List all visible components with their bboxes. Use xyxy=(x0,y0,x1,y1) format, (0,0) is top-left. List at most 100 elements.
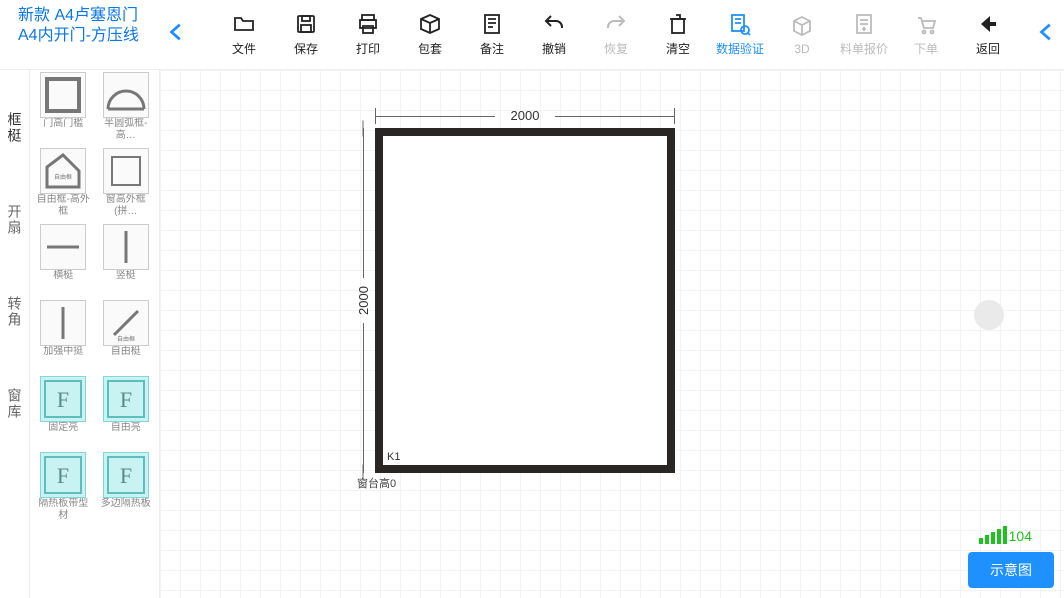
svg-text:F: F xyxy=(120,463,132,488)
panel-collapse-left[interactable] xyxy=(160,0,194,69)
print-button[interactable]: 打印 xyxy=(346,12,390,57)
title-line-1: 新款 A4卢塞恩门 xyxy=(18,6,154,26)
file-icon xyxy=(232,12,256,36)
dimension-width-value: 2000 xyxy=(511,108,540,123)
reinforce-thumb xyxy=(40,300,86,346)
palette-item-window-high[interactable]: 窗高外框(拼… xyxy=(97,148,156,218)
selection-indicator xyxy=(974,300,1004,330)
frame-id-label: K1 xyxy=(387,451,400,463)
window-high-thumb xyxy=(103,148,149,194)
palette-item-half-arc[interactable]: 半圆弧框-高… xyxy=(97,72,156,142)
product-title: 新款 A4卢塞恩门 A4内开门-方压线 xyxy=(0,0,160,69)
htrans-label: 横梃 xyxy=(53,270,73,294)
signal-value: 104 xyxy=(1009,528,1032,544)
thermal1-label: 隔热板带型材 xyxy=(36,498,90,522)
palette-item-door-high[interactable]: 门高门槛 xyxy=(34,72,93,142)
validate-button[interactable]: 数据验证 xyxy=(718,12,762,57)
palette-item-reinforce[interactable]: 加强中挺 xyxy=(34,300,93,370)
dimension-height[interactable]: 2000 xyxy=(355,128,371,473)
fixed1-thumb: F xyxy=(40,376,86,422)
undo-label: 撤销 xyxy=(542,40,566,57)
vtrans-thumb xyxy=(103,224,149,270)
svg-text:自由框: 自由框 xyxy=(54,173,72,181)
redo-label: 恢复 xyxy=(604,40,628,57)
dimension-width[interactable]: 2000 xyxy=(375,108,675,123)
quote-icon xyxy=(852,12,876,36)
toolbar: 文件 保存 打印 包套 备注 撤销 恢复 清空 数据验证 3D 料单报价 下单 返回 xyxy=(194,0,1010,69)
validate-icon xyxy=(728,12,752,36)
door-high-label: 门高门槛 xyxy=(43,118,83,142)
thermal2-label: 多边隔热板 xyxy=(101,498,151,522)
print-icon xyxy=(356,12,380,36)
save-icon xyxy=(294,12,318,36)
remark-label: 备注 xyxy=(480,40,504,57)
free-outer-label: 自由框-高外框 xyxy=(36,194,90,218)
undo-icon xyxy=(542,12,566,36)
side-tab-frame[interactable]: 框梃 xyxy=(5,100,25,156)
3d-label: 3D xyxy=(794,42,809,56)
window-frame[interactable]: K1 xyxy=(375,128,675,473)
quote-button: 料单报价 xyxy=(842,12,886,57)
half-arc-label: 半圆弧框-高… xyxy=(99,118,153,142)
panel-collapse-right[interactable] xyxy=(1030,0,1064,69)
side-tab-lib[interactable]: 窗库 xyxy=(5,376,25,432)
door-high-thumb xyxy=(40,72,86,118)
dimension-height-value: 2000 xyxy=(356,286,371,315)
design-canvas[interactable]: 2000 2000 K1 窗台高0 104 示意图 xyxy=(160,70,1064,598)
window-high-label: 窗高外框(拼… xyxy=(99,194,153,218)
svg-text:F: F xyxy=(57,463,69,488)
example-view-button[interactable]: 示意图 xyxy=(968,552,1054,588)
free-outer-thumb: 自由框 xyxy=(40,148,86,194)
palette-item-thermal2[interactable]: F 多边隔热板 xyxy=(97,452,156,522)
palette-item-free-trans[interactable]: 自由框自由梃 xyxy=(97,300,156,370)
fixed2-thumb: F xyxy=(103,376,149,422)
chevron-left-icon xyxy=(166,21,188,48)
component-palette: 门高门槛半圆弧框-高…自由框自由框-高外框窗高外框(拼…横梃竖梃加强中挺自由框自… xyxy=(30,70,160,598)
clear-icon xyxy=(666,12,690,36)
quote-label: 料单报价 xyxy=(840,40,888,57)
order-label: 下单 xyxy=(914,40,938,57)
side-tab-sash[interactable]: 开扇 xyxy=(5,192,25,248)
chevron-left-icon xyxy=(1036,21,1058,48)
palette-item-free-outer[interactable]: 自由框自由框-高外框 xyxy=(34,148,93,218)
htrans-thumb xyxy=(40,224,86,270)
clear-button[interactable]: 清空 xyxy=(656,12,700,57)
undo-button[interactable]: 撤销 xyxy=(532,12,576,57)
remark-icon xyxy=(480,12,504,36)
back-button[interactable]: 返回 xyxy=(966,12,1010,57)
file-button[interactable]: 文件 xyxy=(222,12,266,57)
palette-item-fixed1[interactable]: F固定亮 xyxy=(34,376,93,446)
palette-item-vtrans[interactable]: 竖梃 xyxy=(97,224,156,294)
save-label: 保存 xyxy=(294,40,318,57)
remark-button[interactable]: 备注 xyxy=(470,12,514,57)
side-tabs: 框梃开扇转角窗库 xyxy=(0,70,30,598)
example-view-label: 示意图 xyxy=(990,562,1032,578)
save-button[interactable]: 保存 xyxy=(284,12,328,57)
svg-text:自由框: 自由框 xyxy=(117,335,135,343)
file-label: 文件 xyxy=(232,40,256,57)
signal-indicator: 104 xyxy=(979,526,1032,544)
validate-label: 数据验证 xyxy=(716,40,764,57)
package-label: 包套 xyxy=(418,40,442,57)
package-icon xyxy=(418,12,442,36)
sill-height-label: 窗台高0 xyxy=(357,475,396,491)
package-button[interactable]: 包套 xyxy=(408,12,452,57)
palette-item-thermal1[interactable]: F 隔热板带型材 xyxy=(34,452,93,522)
side-tab-corner[interactable]: 转角 xyxy=(5,284,25,340)
palette-item-htrans[interactable]: 横梃 xyxy=(34,224,93,294)
back-label: 返回 xyxy=(976,40,1000,57)
reinforce-label: 加强中挺 xyxy=(43,346,83,370)
clear-label: 清空 xyxy=(666,40,690,57)
fixed1-label: 固定亮 xyxy=(48,422,78,446)
half-arc-thumb xyxy=(103,72,149,118)
order-button: 下单 xyxy=(904,12,948,57)
redo-button: 恢复 xyxy=(594,12,638,57)
redo-icon xyxy=(604,12,628,36)
print-label: 打印 xyxy=(356,40,380,57)
free-trans-label: 自由梃 xyxy=(111,346,141,370)
order-icon xyxy=(914,12,938,36)
window-drawing[interactable]: 2000 2000 K1 窗台高0 xyxy=(375,128,675,473)
back-icon xyxy=(976,12,1000,36)
3d-icon xyxy=(790,14,814,38)
palette-item-fixed2[interactable]: F自由亮 xyxy=(97,376,156,446)
